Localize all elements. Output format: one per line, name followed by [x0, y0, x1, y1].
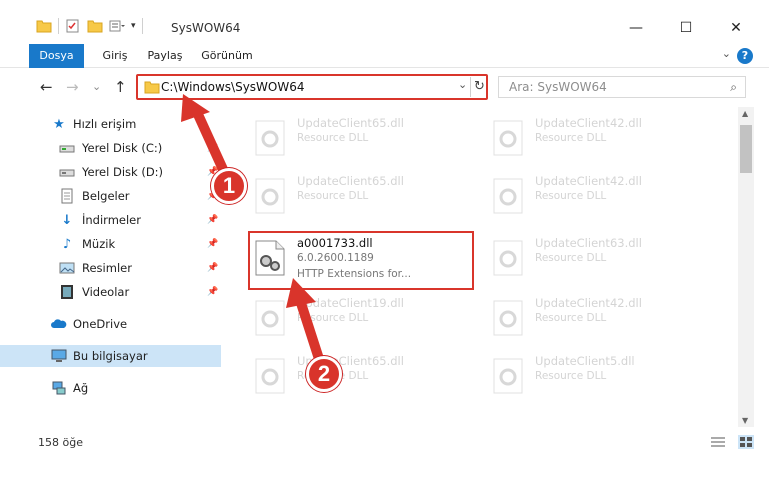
- callout-1: 1: [211, 168, 247, 204]
- arrow-2-head: [286, 278, 316, 308]
- arrow-2: [295, 295, 325, 367]
- callout-2: 2: [306, 356, 342, 392]
- annotation-arrows: [181, 94, 325, 367]
- arrow-1: [191, 105, 231, 181]
